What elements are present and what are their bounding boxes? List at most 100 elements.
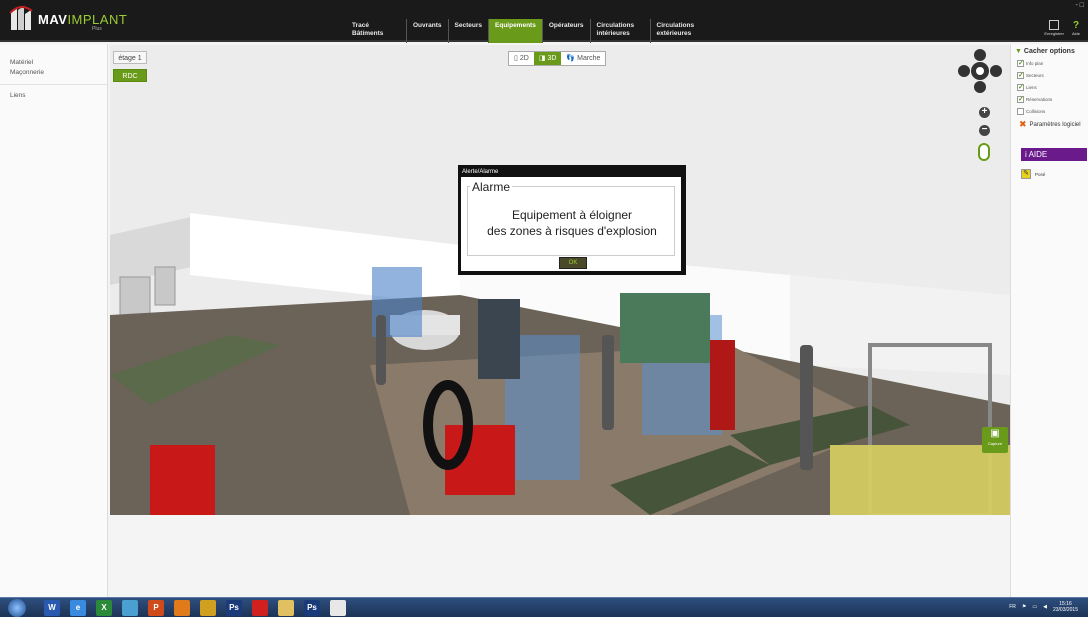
3d-viewport[interactable]: étage 1 RDC ▯ 2D ◨ 3D 👣 Marche + − ▣ Captur… (110, 45, 1010, 515)
view-2d-button[interactable]: ▯ 2D (509, 52, 534, 65)
checkbox[interactable] (1017, 83, 1024, 91)
option-row[interactable]: Secteurs (1011, 69, 1088, 81)
option-label: Liens (1026, 84, 1037, 90)
taskbar-app-icon[interactable]: Ps (226, 600, 242, 616)
ok-button[interactable]: OK (559, 257, 587, 269)
dialog-title: Alerte/Alarme (462, 169, 499, 175)
view-walk-button[interactable]: 👣 Marche (561, 52, 605, 65)
option-row[interactable]: Collisions (1011, 105, 1088, 117)
taskbar-apps: We X P Ps Ps (44, 600, 346, 616)
pin-icon: ✎ (1021, 169, 1031, 179)
alert-dialog: Alerte/Alarme Alarme Equipement à éloign… (458, 165, 686, 275)
taskbar-app-icon[interactable] (278, 600, 294, 616)
view-2d-label: 2D (519, 55, 529, 62)
nav-tab-6[interactable]: Circulations extérieures (649, 19, 710, 43)
left-item-materiel[interactable]: Matériel (0, 58, 107, 68)
posed-label: Posé (1035, 171, 1046, 177)
view-3d-button[interactable]: ◨ 3D (533, 52, 562, 65)
mouse-icon[interactable] (978, 143, 990, 161)
clock[interactable]: 15:16 23/03/2015 (1053, 601, 1078, 613)
alarm-heading: Alarme (470, 180, 513, 194)
left-divider (0, 84, 107, 85)
logo-text: MAVIMPLANT (38, 11, 128, 27)
taskbar-app-icon[interactable]: P (148, 600, 164, 616)
system-tray: FR ⚑ ▭ ◀ 15:16 23/03/2015 (1009, 601, 1078, 613)
nav-tab-0[interactable]: Tracé Bâtiments (346, 19, 406, 43)
nav-tab-3[interactable]: Equipements (488, 19, 542, 43)
taskbar-app-icon[interactable] (330, 600, 346, 616)
view-3d-label: 3D (547, 55, 557, 62)
alarm-message: Equipement à éloigner des zones à risque… (468, 207, 676, 239)
zoom-out-icon[interactable]: − (979, 125, 990, 136)
app-window: MAVIMPLANT Plus Tracé Bâtiments Ouvrants S… (0, 0, 1088, 617)
save-button[interactable]: Enregistrer (1044, 20, 1064, 36)
info-icon: i (1025, 150, 1027, 159)
software-settings-label: Paramètres logiciel (1029, 121, 1081, 128)
option-label: Secteurs (1026, 72, 1044, 78)
triangle-down-icon: ▼ (1015, 48, 1022, 55)
taskbar-app-icon[interactable] (252, 600, 268, 616)
taskbar-app-icon[interactable]: X (96, 600, 112, 616)
option-label: Collisions (1026, 108, 1046, 114)
start-button-icon[interactable] (8, 599, 26, 617)
help-button[interactable]: ? Aide (1072, 20, 1080, 36)
flag-icon[interactable]: ⚑ (1022, 604, 1026, 610)
nav-tab-2[interactable]: Secteurs (447, 19, 488, 43)
left-item-liens[interactable]: Liens (0, 91, 107, 101)
posed-item[interactable]: ✎ Posé (1011, 169, 1088, 179)
option-row[interactable]: Info plan (1011, 57, 1088, 69)
checkbox[interactable] (1017, 95, 1024, 103)
option-label: Info plan (1026, 60, 1044, 66)
camera-icon: ▣ (990, 428, 1000, 439)
navigation-cross-icon[interactable] (958, 49, 1002, 93)
3d-scene[interactable] (110, 45, 1010, 515)
capture-label: Capture (987, 441, 1003, 446)
alarm-group: Alarme Equipement à éloigner des zones à… (467, 180, 676, 256)
nav-tab-5[interactable]: Circulations intérieures (589, 19, 650, 43)
options-list: Info plan Secteurs Liens Réservations Collis… (1011, 57, 1088, 117)
window-controls[interactable]: - □ (1075, 2, 1084, 9)
wrench-icon: ✖ (1019, 119, 1027, 129)
clock-date: 23/03/2015 (1052, 607, 1078, 613)
alarm-message-line-2: des zones à risques d'explosion (487, 224, 657, 238)
cube-icon: ◨ (538, 55, 546, 62)
dialog-body: Alarme Equipement à éloigner des zones à… (461, 177, 681, 271)
floor-etage-button[interactable]: étage 1 (113, 51, 147, 64)
nav-tab-1[interactable]: Ouvrants (406, 19, 448, 43)
right-panel: ▼ Cacher options Info plan Secteurs Liens R… (1010, 44, 1088, 604)
floppy-icon (1049, 20, 1060, 30)
aide-button[interactable]: i AIDE (1021, 148, 1087, 161)
page-icon: ▯ (514, 55, 518, 62)
left-item-maconnerie[interactable]: Maçonnerie (0, 68, 107, 78)
volume-icon[interactable]: ◀ (1043, 604, 1047, 610)
language-indicator[interactable]: FR (1009, 604, 1016, 610)
zoom-in-icon[interactable]: + (979, 107, 990, 118)
main-nav: Tracé Bâtiments Ouvrants Secteurs Equipemen… (346, 19, 710, 43)
view-walk-label: Marche (577, 55, 601, 62)
network-icon[interactable]: ▭ (1032, 604, 1037, 610)
windows-taskbar: We X P Ps Ps FR ⚑ ▭ ◀ 15:16 23/03/2015 (0, 597, 1088, 617)
checkbox[interactable] (1017, 107, 1024, 115)
floor-rdc-button[interactable]: RDC (113, 69, 147, 82)
option-row[interactable]: Réservations (1011, 93, 1088, 105)
top-bar: MAVIMPLANT Plus Tracé Bâtiments Ouvrants S… (0, 0, 1088, 43)
taskbar-app-icon[interactable]: Ps (304, 600, 320, 616)
hide-options-label: Cacher options (1023, 48, 1075, 55)
taskbar-app-icon[interactable] (174, 600, 190, 616)
view-mode-switch: ▯ 2D ◨ 3D 👣 Marche (508, 51, 607, 66)
taskbar-app-icon[interactable]: W (44, 600, 60, 616)
taskbar-app-icon[interactable] (122, 600, 138, 616)
checkbox[interactable] (1017, 59, 1024, 67)
checkbox[interactable] (1017, 71, 1024, 79)
option-row[interactable]: Liens (1011, 81, 1088, 93)
top-right-tools: Enregistrer ? Aide (1044, 20, 1080, 36)
footsteps-icon: 👣 (566, 55, 576, 62)
hide-options-toggle[interactable]: ▼ Cacher options (1011, 44, 1088, 55)
nav-tab-4[interactable]: Opérateurs (541, 19, 590, 43)
taskbar-app-icon[interactable]: e (70, 600, 86, 616)
software-settings-button[interactable]: ✖ Paramètres logiciel (1011, 119, 1088, 130)
taskbar-app-icon[interactable] (200, 600, 216, 616)
option-label: Réservations (1026, 96, 1053, 102)
capture-button[interactable]: ▣ Capture (982, 427, 1008, 453)
save-label: Enregistrer (1044, 31, 1064, 36)
